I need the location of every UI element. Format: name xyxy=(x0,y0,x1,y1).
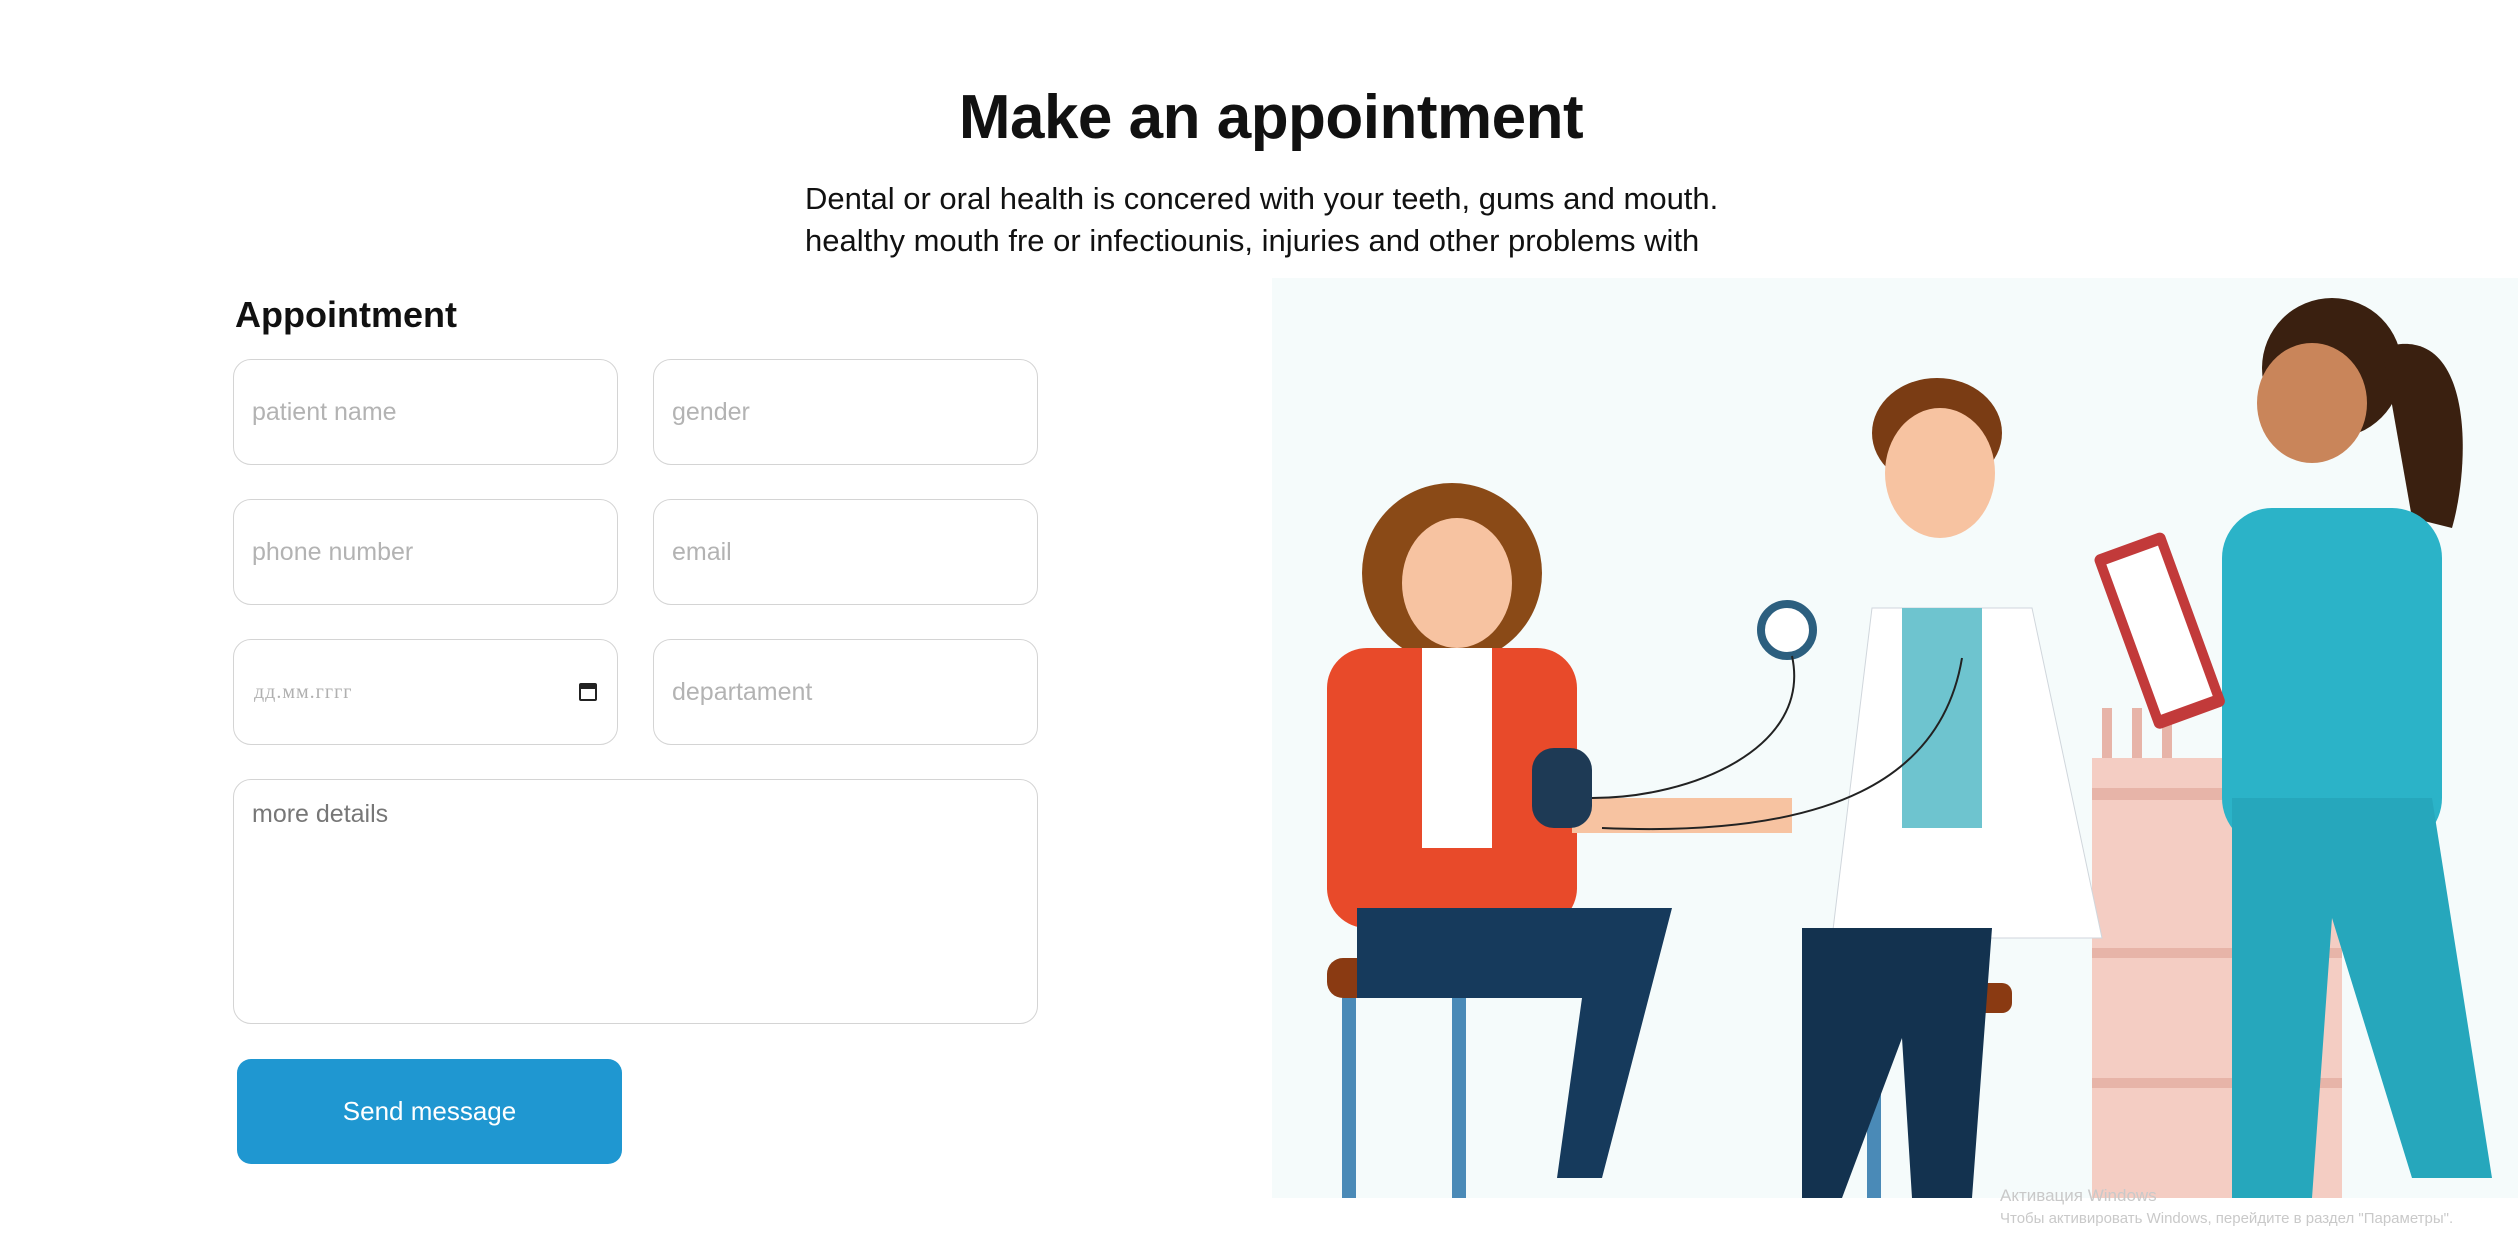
description-line-1: Dental or oral health is concered with y… xyxy=(805,181,1719,216)
gender-input[interactable] xyxy=(653,359,1038,465)
email-input[interactable] xyxy=(653,499,1038,605)
page-title: Make an appointment xyxy=(958,83,1584,152)
description-line-2: healthy mouth fre or infectiounis, injur… xyxy=(805,223,1700,258)
phone-number-input[interactable] xyxy=(233,499,618,605)
form-heading: Appointment xyxy=(235,294,457,335)
date-input[interactable]: дд.мм.гггг xyxy=(233,639,618,745)
send-message-button[interactable]: Send message xyxy=(237,1059,622,1164)
doctor-appointment-illustration xyxy=(1272,278,2518,1198)
calendar-icon[interactable] xyxy=(579,683,597,701)
watermark-title: Активация Windows xyxy=(2000,1186,2157,1205)
os-activation-watermark: Активация Windows Чтобы активировать Win… xyxy=(2000,1184,2453,1230)
page-description: Dental or oral health is concered with y… xyxy=(805,178,1805,262)
patient-name-input[interactable] xyxy=(233,359,618,465)
more-details-textarea[interactable] xyxy=(233,779,1038,1024)
watermark-subtitle: Чтобы активировать Windows, перейдите в … xyxy=(2000,1210,2454,1227)
date-placeholder: дд.мм.гггг xyxy=(254,680,353,703)
department-input[interactable] xyxy=(653,639,1038,745)
